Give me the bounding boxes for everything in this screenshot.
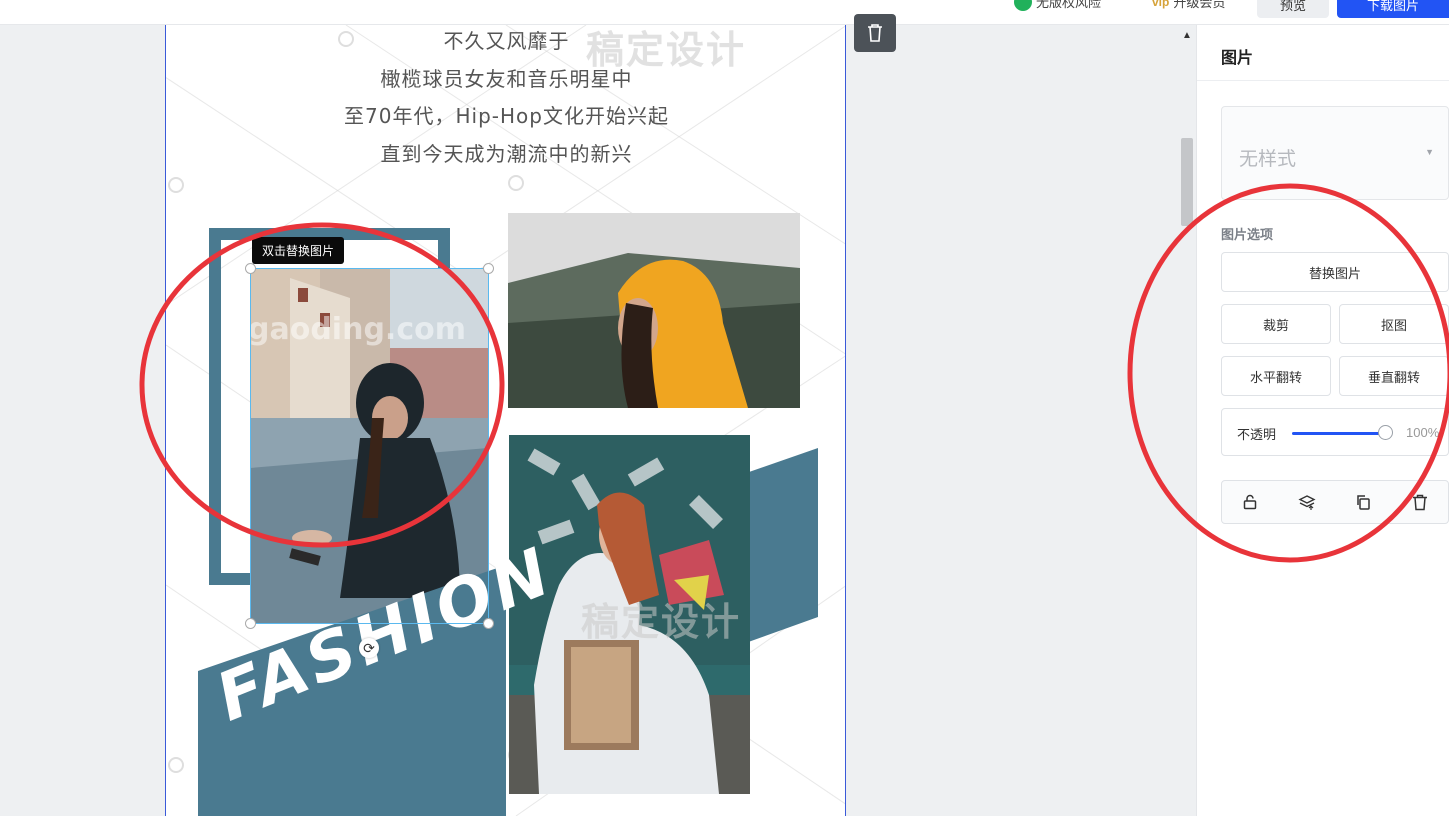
- vip-icon: vip: [1152, 0, 1170, 9]
- top-toolbar: 无版权风险 vip 升级会员 预览 下载图片: [0, 0, 1449, 25]
- upgrade-vip-link[interactable]: vip 升级会员: [1152, 0, 1225, 11]
- risk-label: 无版权风险: [1036, 0, 1102, 10]
- rotate-icon[interactable]: ⟳: [359, 638, 379, 658]
- check-circle-icon: [1014, 0, 1032, 11]
- crop-button[interactable]: 裁剪: [1221, 304, 1331, 344]
- layer-order-button[interactable]: [1279, 481, 1336, 523]
- style-select-value: 无样式: [1239, 149, 1297, 170]
- duplicate-button[interactable]: [1335, 481, 1392, 523]
- action-bar: [1221, 480, 1449, 524]
- resize-handle-top-right[interactable]: [483, 263, 494, 274]
- scroll-up-arrow-icon[interactable]: ▲: [1182, 30, 1192, 41]
- layers-icon: [1298, 495, 1316, 510]
- chevron-down-icon: ▼: [1425, 147, 1434, 157]
- copyright-risk-link[interactable]: 无版权风险: [1014, 0, 1101, 11]
- flip-vertical-button[interactable]: 垂直翻转: [1339, 356, 1449, 396]
- lock-icon: [1244, 494, 1257, 510]
- trash-icon: [1412, 494, 1427, 510]
- opacity-slider-handle[interactable]: [1378, 425, 1393, 440]
- replace-image-button[interactable]: 替换图片: [1221, 252, 1449, 292]
- photo-white-hoodie[interactable]: 稿定设计: [509, 435, 750, 794]
- scrollbar-thumb[interactable]: [1181, 138, 1193, 226]
- float-delete-button[interactable]: [854, 14, 896, 52]
- trash-icon: [868, 24, 882, 42]
- style-select[interactable]: 无样式 ▼: [1221, 106, 1449, 200]
- upgrade-label: 升级会员: [1173, 0, 1226, 10]
- selection-box[interactable]: [250, 268, 489, 624]
- delete-button[interactable]: [1392, 481, 1449, 523]
- resize-handle-bottom-right[interactable]: [483, 618, 494, 629]
- copy-icon: [1357, 495, 1370, 510]
- download-button[interactable]: 下载图片: [1337, 0, 1449, 18]
- cutout-button[interactable]: 抠图: [1339, 304, 1449, 344]
- opacity-label: 不透明: [1237, 427, 1277, 442]
- opacity-slider[interactable]: [1292, 432, 1386, 435]
- opacity-value: 100%: [1406, 425, 1440, 440]
- resize-handle-bottom-left[interactable]: [245, 618, 256, 629]
- flip-horizontal-button[interactable]: 水平翻转: [1221, 356, 1331, 396]
- divider: [1197, 80, 1449, 81]
- properties-panel: 图片 无样式 ▼ 图片选项 替换图片 裁剪 抠图 水平翻转 垂直翻转 不透明 1…: [1196, 25, 1449, 816]
- panel-title: 图片: [1221, 50, 1254, 67]
- lock-button[interactable]: [1222, 481, 1279, 523]
- preview-button[interactable]: 预览: [1257, 0, 1329, 18]
- replace-tooltip: 双击替换图片: [252, 237, 345, 264]
- design-canvas[interactable]: 不久又风靡于 橄榄球员女友和音乐明星中 至70年代，Hip-Hop文化开始兴起 …: [165, 25, 846, 816]
- opacity-control: 不透明 100%: [1221, 408, 1449, 456]
- resize-handle-top-left[interactable]: [245, 263, 256, 274]
- image-options-label: 图片选项: [1221, 227, 1274, 242]
